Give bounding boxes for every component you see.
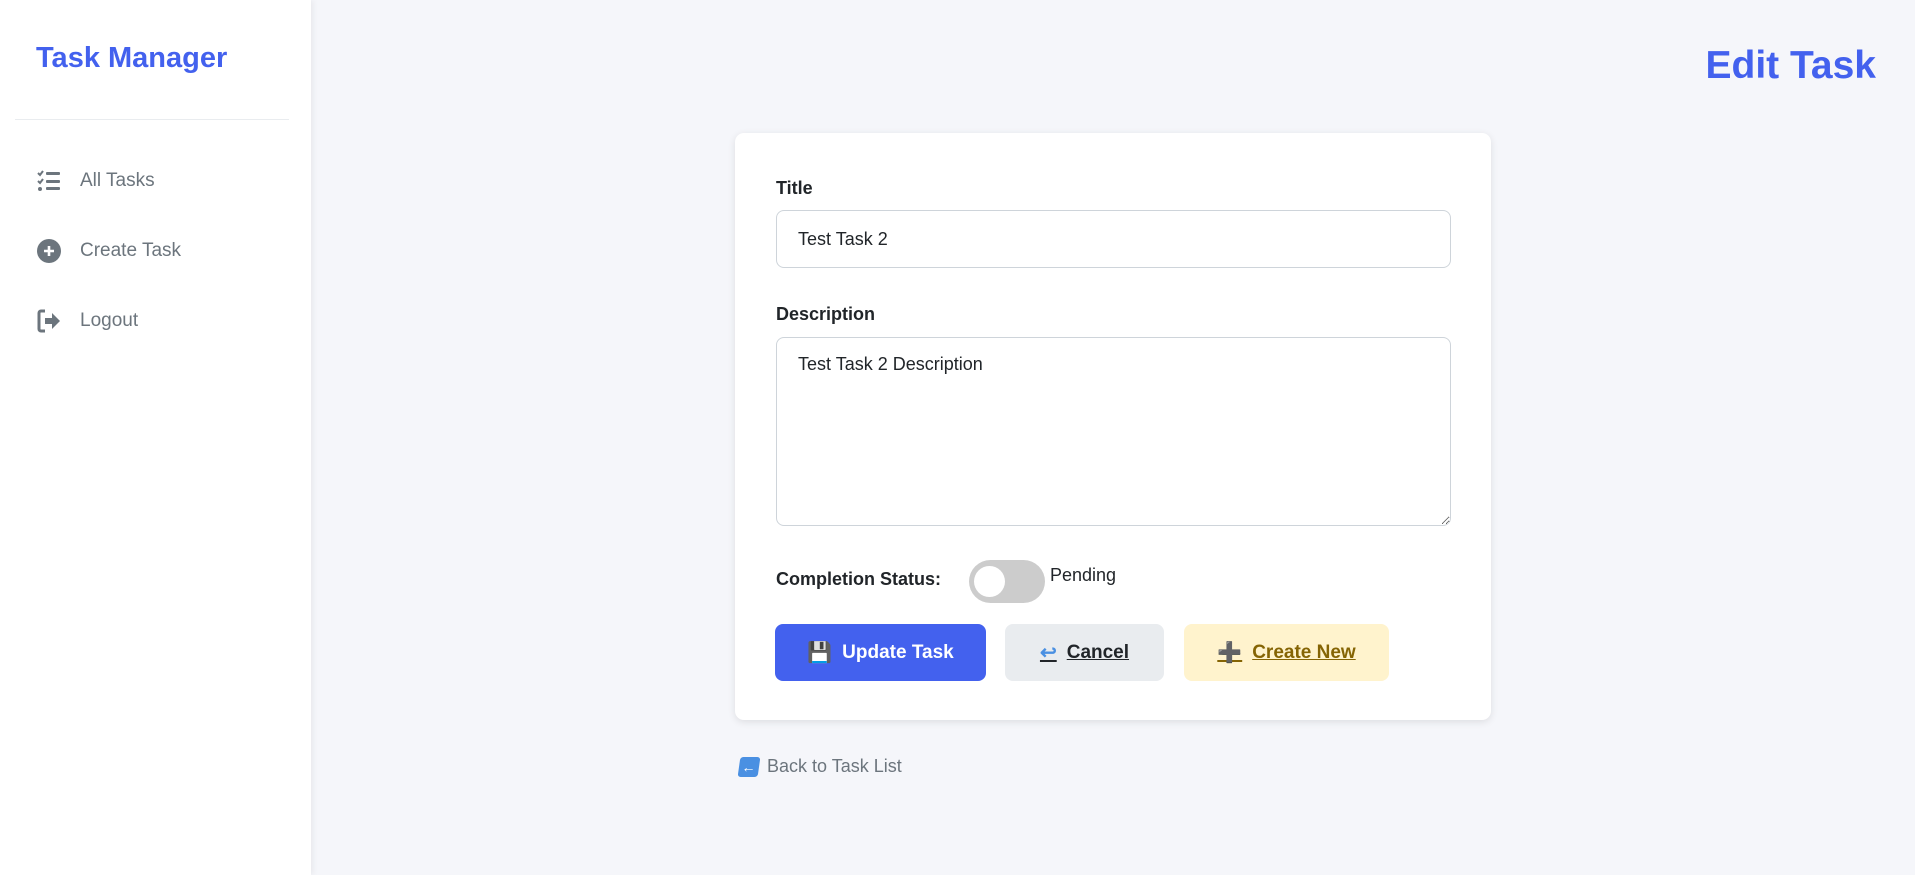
plus-circle-icon — [37, 239, 61, 263]
create-new-button[interactable]: ➕ Create New — [1184, 624, 1389, 681]
brand-title: Task Manager — [36, 42, 228, 74]
status-text: Pending — [1050, 565, 1117, 585]
logout-icon — [37, 309, 60, 333]
return-arrow-icon: ↩ — [1039, 642, 1057, 664]
sidebar: Task Manager All Tasks Create Task Logou… — [0, 0, 311, 875]
description-textarea[interactable]: Test Task 2 Description — [776, 337, 1451, 526]
cancel-button[interactable]: ↩ Cancel — [1005, 624, 1164, 681]
sidebar-item-create-task[interactable]: Create Task — [36, 238, 181, 264]
plus-icon: ➕ — [1217, 642, 1243, 664]
back-to-task-list-link[interactable]: ← Back to Task List — [737, 756, 902, 777]
create-new-label: Create New — [1252, 641, 1356, 663]
page-title: Edit Task — [1705, 44, 1877, 87]
update-task-label: Update Task — [842, 641, 954, 663]
description-label: Description — [776, 304, 876, 324]
sidebar-item-label: Create Task — [80, 240, 182, 261]
list-check-icon — [37, 170, 60, 191]
title-input[interactable]: Test Task 2 — [776, 210, 1451, 268]
toggle-knob — [974, 566, 1005, 597]
edit-task-form: Title Test Task 2 Description Test Task … — [735, 133, 1491, 720]
sidebar-item-label: All Tasks — [80, 170, 155, 191]
back-arrow-icon: ← — [737, 756, 761, 777]
update-task-button[interactable]: 💾 Update Task — [775, 624, 986, 681]
sidebar-item-logout[interactable]: Logout — [36, 308, 138, 334]
completion-status-label: Completion Status: — [776, 569, 941, 589]
cancel-label: Cancel — [1066, 641, 1130, 663]
completion-toggle[interactable] — [969, 560, 1045, 603]
sidebar-item-label: Logout — [80, 310, 139, 331]
back-link-label: Back to Task List — [767, 756, 902, 776]
floppy-disk-icon: 💾 — [807, 642, 833, 664]
sidebar-divider — [15, 119, 289, 120]
sidebar-item-all-tasks[interactable]: All Tasks — [36, 168, 155, 194]
title-label: Title — [776, 178, 813, 198]
